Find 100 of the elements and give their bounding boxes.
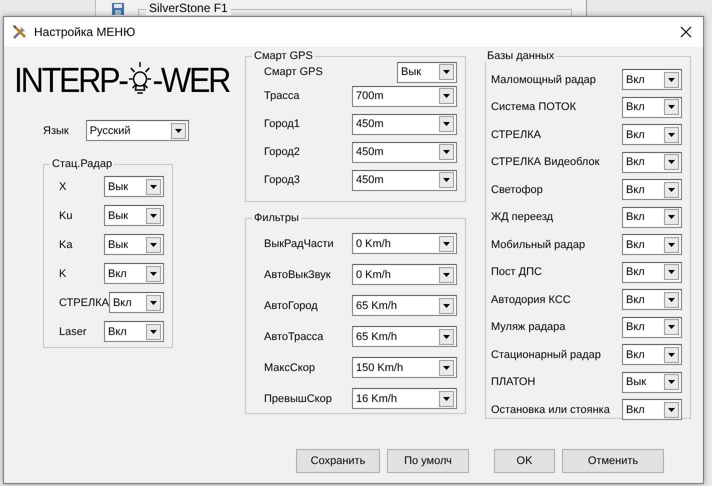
dropdown[interactable]: Вык: [397, 62, 457, 82]
dropdown[interactable]: Вкл: [622, 96, 682, 118]
field-label: Светофор: [491, 184, 543, 196]
dropdown[interactable]: Вкл: [622, 69, 682, 90]
dropdown[interactable]: Вык: [622, 372, 682, 393]
dropdown[interactable]: Вкл: [622, 206, 682, 228]
field-label: Муляж радара: [491, 321, 566, 334]
field-label: ЖД переезд: [491, 211, 554, 224]
dropdown-arrow-icon: [443, 272, 450, 276]
dropdown-arrow-icon: [150, 184, 157, 188]
dropdown-arrow-icon: [150, 330, 157, 334]
field-label: Город1: [264, 118, 300, 130]
dropdown[interactable]: Вкл: [108, 292, 164, 313]
dropdown-arrow-icon: [668, 270, 675, 274]
dropdown[interactable]: Вкл: [622, 152, 682, 173]
floppy-icon: [112, 3, 124, 15]
field-label: Пост ДПС: [491, 266, 542, 278]
dropdown-arrow-icon: [150, 272, 157, 276]
field-label: ПревышСкор: [264, 392, 332, 404]
field-label: СТРЕЛКА: [491, 128, 541, 141]
dialog-button[interactable]: По умолч: [387, 449, 469, 473]
dropdown-arrow-icon: [443, 304, 450, 308]
dropdown[interactable]: Вкл: [622, 179, 682, 200]
field-label: Город3: [264, 174, 300, 186]
field-label: АвтоГород: [264, 300, 318, 312]
logo-text: INTERP-: [14, 62, 127, 98]
dialog-button[interactable]: Сохранить: [296, 449, 380, 473]
dropdown[interactable]: 700m: [352, 86, 457, 106]
dropdown[interactable]: Вкл: [104, 321, 164, 342]
group-title: Базы данных: [486, 50, 556, 62]
dropdown[interactable]: Вык: [104, 234, 164, 255]
dropdown-arrow-icon: [150, 300, 157, 304]
dropdown-arrow-icon: [443, 122, 450, 126]
field-label: Стационарный радар: [491, 348, 601, 361]
dropdown[interactable]: Вкл: [622, 344, 682, 366]
group-title: Смарт GPS: [253, 50, 314, 62]
dropdown-arrow-icon: [668, 242, 675, 247]
dropdown[interactable]: Вкл: [622, 262, 682, 283]
dropdown[interactable]: 16 Km/h: [352, 388, 457, 409]
field-label: Ku: [59, 210, 72, 222]
dialog-button[interactable]: OK: [494, 449, 555, 473]
field-label: Язык: [43, 124, 69, 136]
dropdown-arrow-icon: [174, 128, 182, 132]
dropdown[interactable]: Вкл: [104, 263, 164, 284]
dropdown-arrow-icon: [668, 298, 675, 302]
dropdown[interactable]: Вкл: [622, 316, 682, 338]
dropdown[interactable]: 65 Km/h: [352, 295, 457, 316]
dropdown[interactable]: 450m: [352, 142, 457, 162]
dropdown-arrow-icon: [668, 352, 675, 357]
dropdown[interactable]: 65 Km/h: [352, 326, 457, 347]
dropdown[interactable]: Вкл: [622, 399, 682, 420]
dropdown[interactable]: 450m: [352, 170, 457, 190]
dropdown[interactable]: 0 Km/h: [352, 264, 457, 285]
dialog-button[interactable]: Отменить: [562, 449, 664, 473]
field-label: ВыкРадЧасти: [264, 238, 334, 250]
dropdown-arrow-icon: [668, 160, 675, 164]
field-label: X: [59, 180, 66, 192]
dropdown[interactable]: Вык: [104, 205, 164, 226]
dropdown-arrow-icon: [443, 366, 450, 370]
field-label: Трасса: [264, 90, 300, 102]
logo-text: -WER: [152, 62, 230, 98]
field-label: Ka: [59, 238, 72, 250]
tools-icon: [12, 24, 28, 40]
group-title: Фильтры: [253, 212, 300, 224]
dropdown-arrow-icon: [443, 94, 450, 98]
dropdown-arrow-icon: [668, 132, 675, 137]
field-label: Город2: [264, 146, 300, 158]
dropdown[interactable]: Вкл: [622, 234, 682, 256]
field-label: Система ПОТОК: [491, 101, 576, 114]
field-label: АвтоТрасса: [264, 330, 324, 342]
field-label: АвтоВыкЗвук: [264, 268, 331, 280]
field-label: Остановка или стоянка: [491, 404, 610, 416]
field-label: МаксСкор: [264, 362, 315, 374]
dropdown[interactable]: Русский: [86, 120, 189, 141]
close-icon[interactable]: [679, 25, 693, 39]
dropdown[interactable]: Вкл: [622, 124, 682, 146]
dropdown-arrow-icon: [668, 105, 675, 110]
dropdown-arrow-icon: [150, 214, 157, 218]
field-label: Маломощный радар: [491, 74, 596, 86]
dropdown-arrow-icon: [668, 380, 675, 384]
window-title: Настройка МЕНЮ: [34, 25, 136, 39]
field-label: Смарт GPS: [264, 66, 323, 78]
dropdown[interactable]: 0 Km/h: [352, 233, 457, 254]
field-label: Автодория КСС: [491, 294, 571, 306]
dropdown[interactable]: 450m: [352, 114, 457, 134]
group-title: Стац.Радар: [51, 158, 114, 170]
field-label: СТРЕЛКА Видеоблок: [491, 156, 600, 168]
field-label: СТРЕЛКА: [59, 296, 109, 308]
group-title: SilverStone F1: [146, 1, 231, 15]
dropdown[interactable]: 150 Km/h: [352, 357, 457, 378]
dropdown-arrow-icon: [443, 178, 450, 182]
field-label: Мобильный радар: [491, 238, 586, 251]
dropdown[interactable]: Вкл: [622, 289, 682, 310]
dropdown-arrow-icon: [668, 188, 675, 192]
dropdown-arrow-icon: [443, 396, 450, 400]
field-label: Laser: [59, 326, 87, 338]
dropdown-arrow-icon: [443, 242, 450, 246]
dropdown-arrow-icon: [668, 215, 675, 220]
dropdown-arrow-icon: [668, 78, 675, 82]
dropdown[interactable]: Вык: [104, 176, 164, 197]
